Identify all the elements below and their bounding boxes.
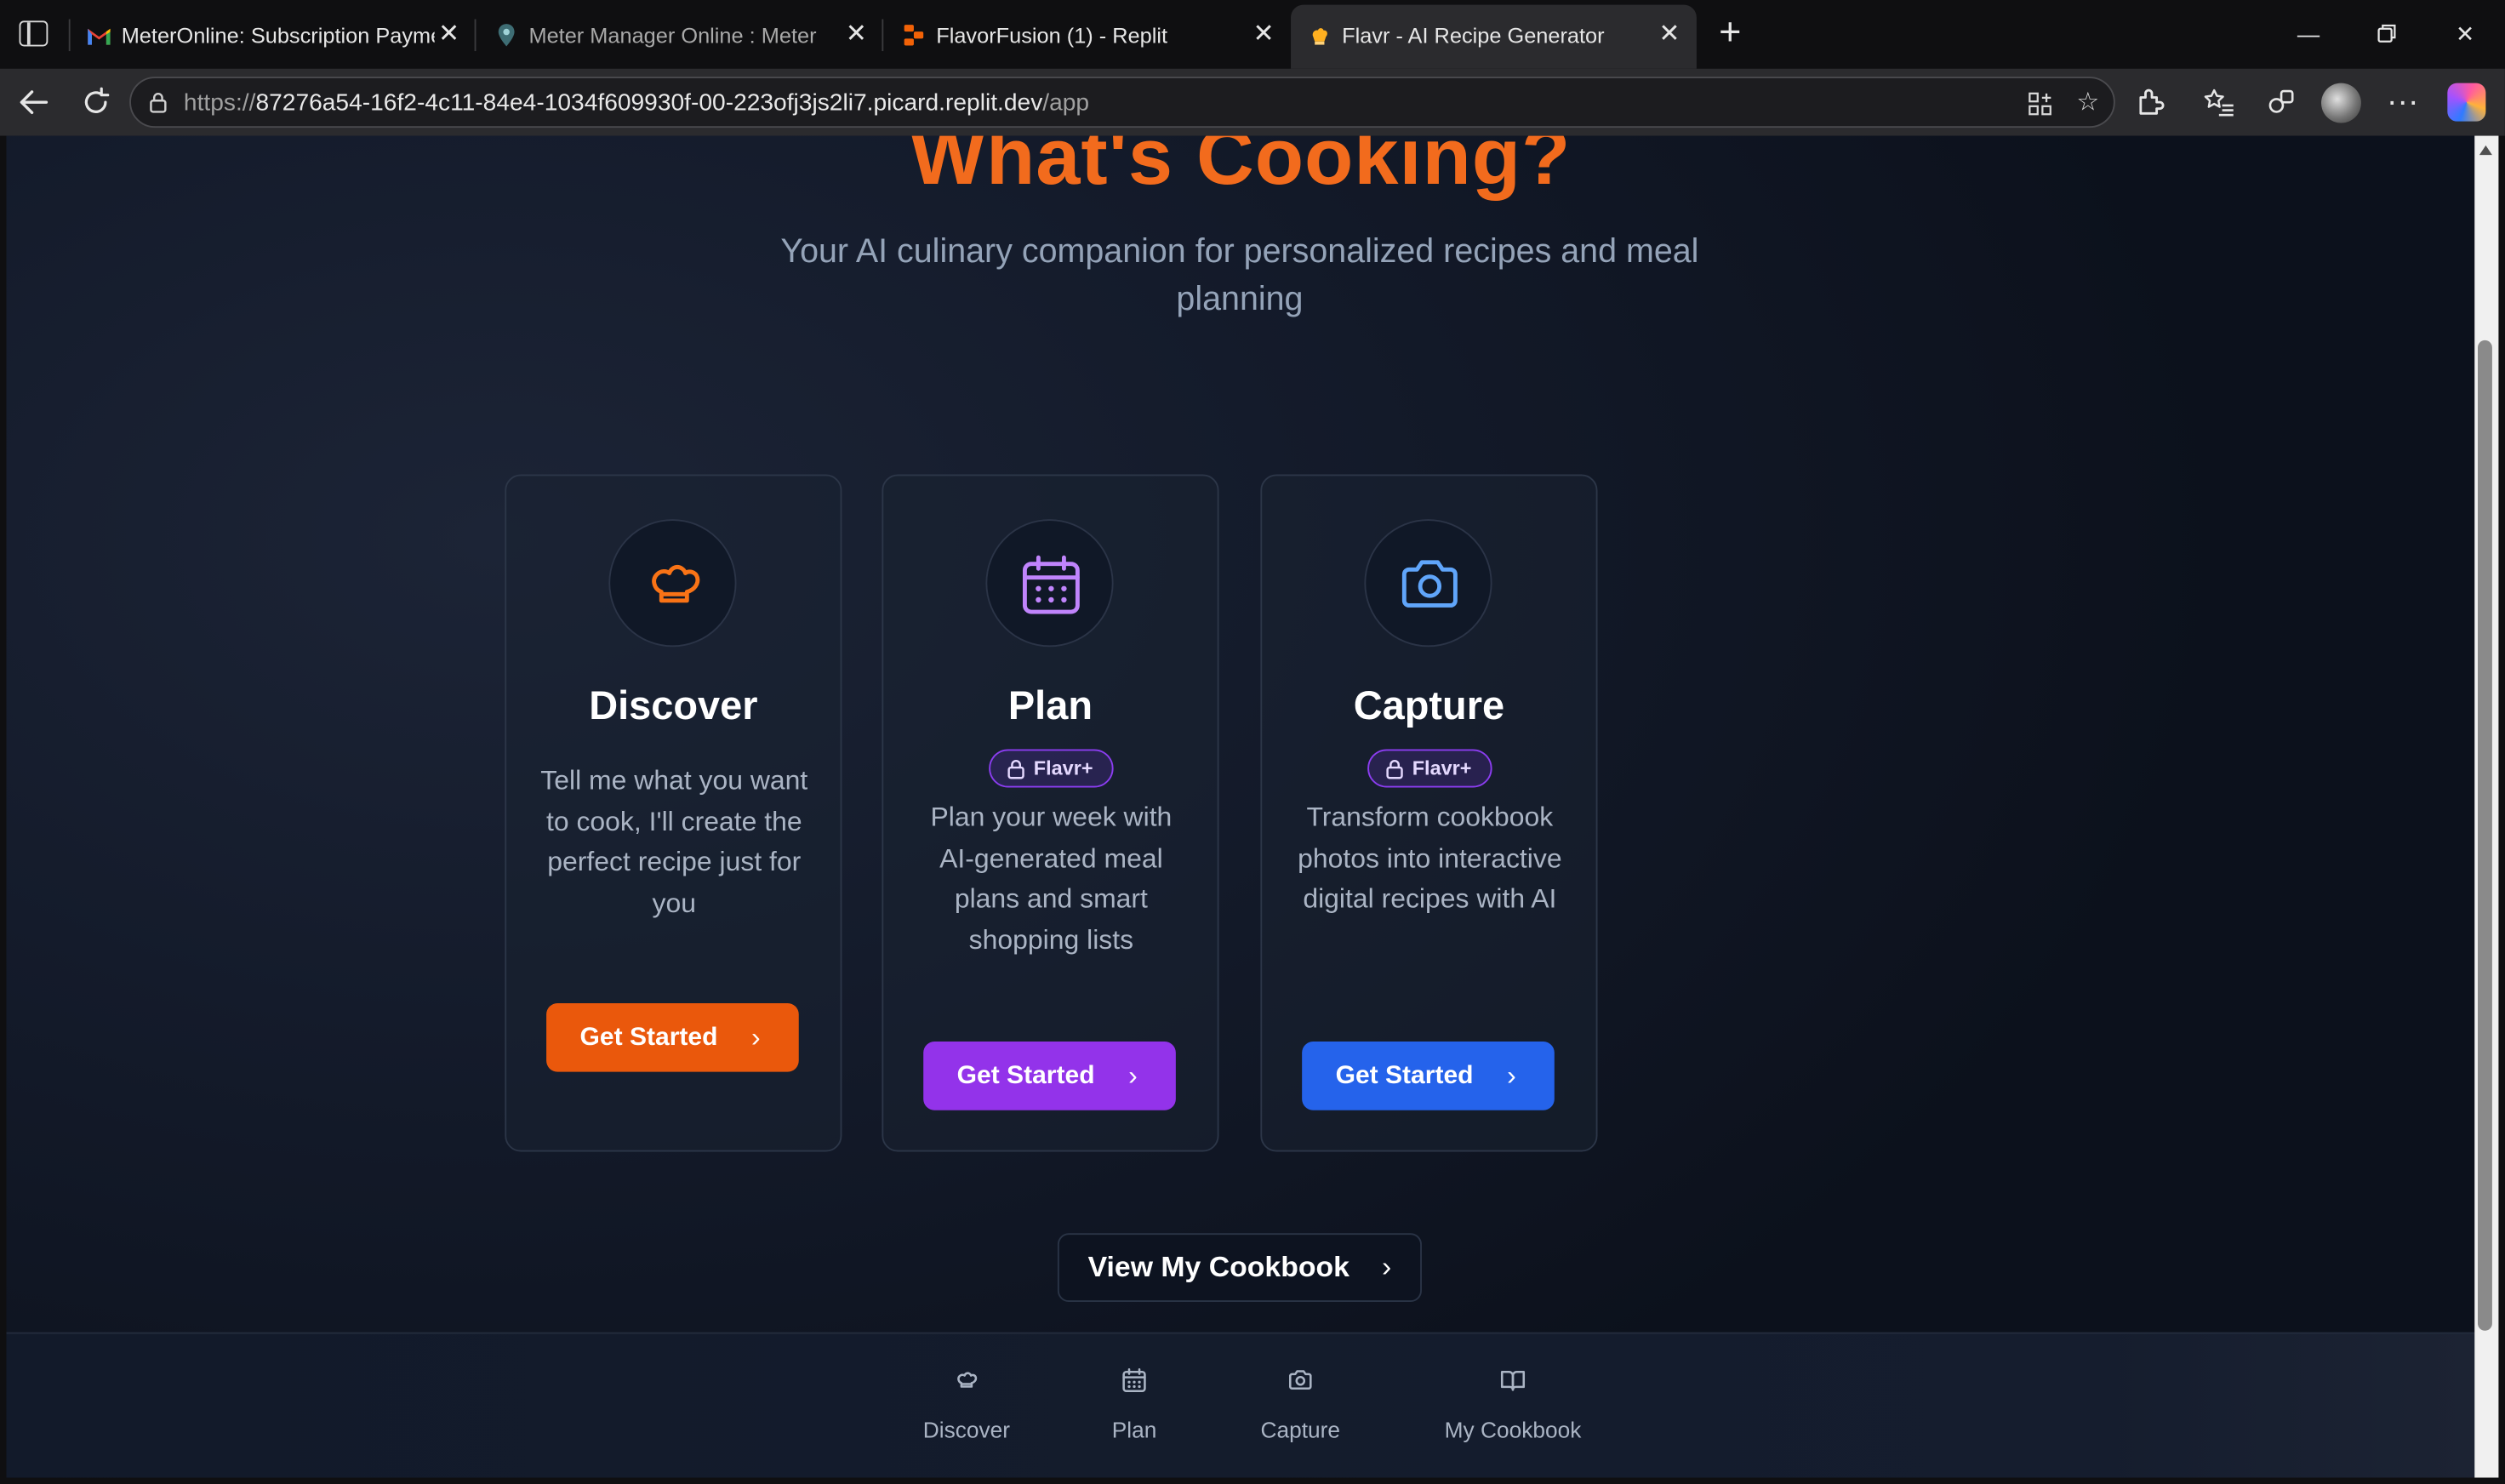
bottom-nav-plan[interactable]: Plan bbox=[1094, 1334, 1174, 1478]
extensions-icon[interactable] bbox=[2131, 83, 2170, 122]
badge-label: Flavr+ bbox=[1412, 756, 1472, 780]
app-available-icon[interactable] bbox=[2024, 88, 2057, 120]
url-text[interactable]: https://87276a54-16f2-4c11-84e4-1034f609… bbox=[184, 89, 1089, 117]
close-window-icon[interactable]: ✕ bbox=[2447, 16, 2482, 51]
more-options-icon[interactable]: ··· bbox=[2383, 83, 2422, 122]
card-description: Tell me what you want to cook, I'll crea… bbox=[540, 765, 808, 919]
nav-label: Plan bbox=[1111, 1417, 1157, 1443]
gmail-icon bbox=[88, 28, 111, 45]
collections-icon[interactable] bbox=[2262, 83, 2301, 122]
hero-subtitle: Your AI culinary companion for personali… bbox=[780, 233, 1699, 318]
card-description: Plan your week with AI-generated meal pl… bbox=[930, 802, 1173, 956]
card-title: Capture bbox=[1353, 683, 1505, 729]
tab-strip: MeterOnline: Subscription Paymen ✕ Meter… bbox=[0, 0, 2505, 69]
lock-icon bbox=[1007, 760, 1024, 779]
discover-get-started-button[interactable]: Get Started › bbox=[546, 1002, 799, 1072]
new-tab-icon[interactable]: + bbox=[1711, 14, 1749, 53]
bottom-nav-capture[interactable]: Capture bbox=[1245, 1334, 1356, 1478]
book-icon bbox=[1500, 1370, 1526, 1391]
card-title: Plan bbox=[1007, 683, 1093, 729]
url-scheme: https:// bbox=[183, 89, 256, 117]
calendar-icon bbox=[1022, 555, 1080, 614]
tab-flavr-active[interactable]: Flavr - AI Recipe Generator ✕ bbox=[1291, 4, 1697, 69]
nav-label: My Cookbook bbox=[1444, 1417, 1582, 1443]
nav-label: Capture bbox=[1260, 1417, 1341, 1443]
close-tab-icon[interactable]: ✕ bbox=[1652, 18, 1686, 53]
lock-icon bbox=[1386, 760, 1403, 779]
refresh-icon[interactable] bbox=[77, 83, 115, 122]
copilot-icon[interactable] bbox=[2447, 83, 2486, 122]
scroll-up-icon[interactable] bbox=[2479, 145, 2492, 156]
chef-hat-icon bbox=[652, 565, 700, 603]
badge-label: Flavr+ bbox=[1033, 756, 1093, 780]
favorites-list-icon[interactable] bbox=[2200, 83, 2238, 122]
camera-icon bbox=[1401, 560, 1458, 608]
sidebar-toggle-icon[interactable] bbox=[19, 20, 49, 47]
location-pin-icon bbox=[498, 24, 515, 47]
button-label: Get Started bbox=[579, 1024, 718, 1052]
icon-circle bbox=[1364, 519, 1492, 648]
close-tab-icon[interactable]: ✕ bbox=[1246, 18, 1281, 53]
nav-label: Discover bbox=[922, 1417, 1011, 1443]
bottom-nav-discover[interactable]: Discover bbox=[910, 1334, 1022, 1478]
chevron-right-icon: › bbox=[1128, 1060, 1138, 1092]
feature-card-plan: Plan Flavr+ Plan your week with AI-gener… bbox=[882, 474, 1219, 1152]
button-label: Get Started bbox=[956, 1062, 1095, 1090]
replit-icon bbox=[904, 25, 924, 46]
chef-hat-icon bbox=[957, 1372, 978, 1388]
lock-icon[interactable] bbox=[147, 91, 169, 113]
calendar-icon bbox=[1122, 1367, 1146, 1393]
button-label: View My Cookbook bbox=[1087, 1250, 1350, 1283]
capture-get-started-button[interactable]: Get Started › bbox=[1302, 1041, 1555, 1110]
plan-get-started-button[interactable]: Get Started › bbox=[923, 1041, 1176, 1110]
chevron-right-icon: › bbox=[751, 1022, 761, 1053]
bottom-nav-my-cookbook[interactable]: My Cookbook bbox=[1433, 1334, 1593, 1478]
tab-meter-manager[interactable]: Meter Manager Online : Meters ✕ bbox=[477, 5, 880, 69]
chevron-right-icon: › bbox=[1382, 1250, 1392, 1283]
flavr-icon bbox=[1312, 28, 1327, 45]
feature-card-discover: Discover Tell me what you want to cook, … bbox=[505, 474, 842, 1152]
button-label: Get Started bbox=[1335, 1062, 1474, 1090]
flavr-plus-badge: Flavr+ bbox=[1367, 749, 1492, 788]
view-my-cookbook-button[interactable]: View My Cookbook › bbox=[1057, 1233, 1422, 1302]
minimize-icon[interactable]: — bbox=[2291, 16, 2325, 51]
browser-window: MeterOnline: Subscription Paymen ✕ Meter… bbox=[0, 0, 2505, 1484]
address-bar[interactable]: https://87276a54-16f2-4c11-84e4-1034f609… bbox=[129, 77, 2115, 128]
restore-icon[interactable] bbox=[2369, 16, 2404, 51]
tab-divider bbox=[474, 19, 476, 52]
tab-title: Meter Manager Online : Meters bbox=[528, 24, 817, 49]
favorite-star-icon[interactable]: ☆ bbox=[2072, 88, 2104, 120]
close-tab-icon[interactable]: ✕ bbox=[431, 18, 466, 53]
back-icon[interactable] bbox=[14, 83, 53, 122]
camera-icon bbox=[1288, 1370, 1312, 1390]
url-host: 87276a54-16f2-4c11-84e4-1034f609930f-00-… bbox=[255, 89, 1043, 117]
hero-title: What's Cooking? bbox=[910, 135, 1572, 202]
flavr-plus-badge: Flavr+ bbox=[989, 749, 1114, 788]
url-path: /app bbox=[1042, 89, 1090, 117]
tab-title: Flavr - AI Recipe Generator bbox=[1342, 24, 1605, 49]
navigation-bar: https://87276a54-16f2-4c11-84e4-1034f609… bbox=[0, 68, 2505, 136]
card-description: Transform cookbook photos into interacti… bbox=[1298, 802, 1562, 915]
feature-card-capture: Capture Flavr+ Transform cookbook photos… bbox=[1260, 474, 1598, 1152]
tab-meteronline[interactable]: MeterOnline: Subscription Paymen ✕ bbox=[71, 5, 473, 69]
tab-flavorfusion-replit[interactable]: FlavorFusion (1) - Replit ✕ bbox=[885, 5, 1287, 69]
page-scrollbar[interactable] bbox=[2474, 135, 2499, 1478]
page-viewport: What's Cooking? Your AI culinary compani… bbox=[6, 135, 2475, 1478]
profile-avatar[interactable] bbox=[2321, 83, 2361, 123]
card-title: Discover bbox=[589, 683, 758, 729]
tab-divider bbox=[882, 19, 884, 52]
tab-title: FlavorFusion (1) - Replit bbox=[936, 24, 1168, 49]
tab-title: MeterOnline: Subscription Paymen bbox=[121, 24, 435, 49]
scrollbar-thumb[interactable] bbox=[2478, 340, 2492, 1331]
close-tab-icon[interactable]: ✕ bbox=[839, 18, 874, 53]
bottom-navigation: Discover Plan Capture My Cookbook bbox=[6, 1332, 2475, 1478]
icon-circle bbox=[985, 519, 1114, 648]
chevron-right-icon: › bbox=[1507, 1060, 1516, 1092]
icon-circle bbox=[608, 519, 737, 648]
